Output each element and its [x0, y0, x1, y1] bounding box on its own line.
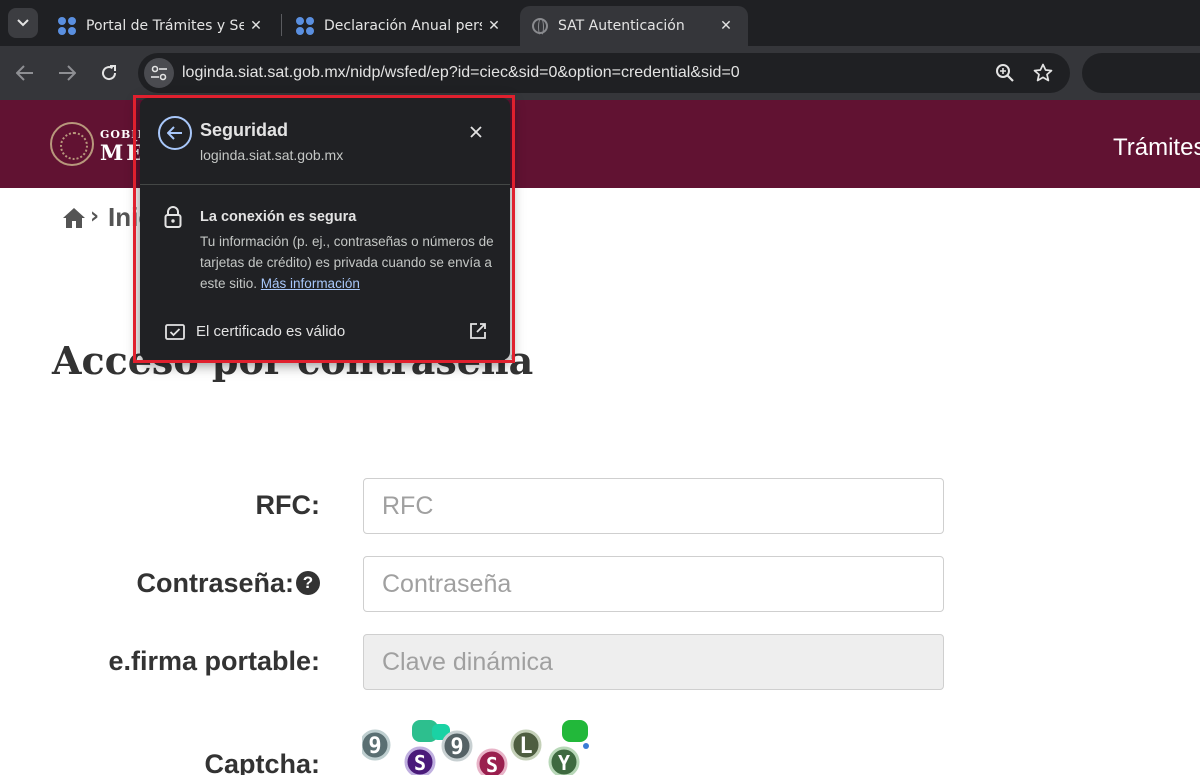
- rfc-input[interactable]: [363, 478, 944, 534]
- tune-icon: [151, 65, 167, 81]
- tab-declaracion-anual[interactable]: Declaración Anual personas ✕: [284, 6, 516, 46]
- captcha-char: 9: [450, 735, 463, 760]
- tab-title: SAT Autenticación: [558, 18, 685, 34]
- captcha-char: Y: [558, 751, 570, 775]
- help-icon[interactable]: ?: [296, 571, 320, 595]
- dynamic-key-input: [363, 634, 944, 690]
- captcha-char: S: [414, 751, 426, 775]
- site-info-button[interactable]: [144, 58, 174, 88]
- tab-strip: Portal de Trámites y Servicios ✕ Declara…: [0, 0, 1200, 46]
- efirma-label: e.firma portable:: [108, 646, 320, 676]
- address-bar[interactable]: loginda.siat.sat.gob.mx/nidp/wsfed/ep?id…: [138, 53, 1070, 93]
- tab-search-button[interactable]: [8, 8, 38, 38]
- forward-button[interactable]: [52, 58, 82, 88]
- tab-title: Declaración Anual personas: [324, 18, 482, 34]
- tab-sat-autenticacion[interactable]: SAT Autenticación ✕: [520, 6, 748, 46]
- tab-portal-tramites[interactable]: Portal de Trámites y Servicios ✕: [46, 6, 278, 46]
- captcha-label: Captcha:: [204, 749, 320, 775]
- profile-button[interactable]: [1082, 53, 1200, 93]
- nav-tramites-link[interactable]: Trámites: [1113, 134, 1200, 162]
- tab-title: Portal de Trámites y Servicios: [86, 18, 244, 34]
- home-icon[interactable]: [62, 207, 86, 229]
- sat-dots-icon: [296, 17, 314, 35]
- password-input[interactable]: [363, 556, 944, 612]
- arrow-left-icon: [16, 65, 33, 81]
- captcha-char: L: [519, 734, 532, 759]
- tab-separator: [281, 14, 282, 36]
- government-seal-logo: [50, 122, 94, 166]
- bookmark-star-icon[interactable]: [1032, 62, 1054, 84]
- browser-toolbar: loginda.siat.sat.gob.mx/nidp/wsfed/ep?id…: [0, 46, 1200, 100]
- globe-icon: [532, 18, 548, 36]
- arrow-right-icon: [59, 65, 76, 81]
- close-icon[interactable]: ✕: [484, 16, 504, 36]
- captcha-image: 9 S 9 S L Y: [362, 720, 589, 775]
- breadcrumb-chevron: ›: [90, 204, 100, 229]
- captcha-char: S: [486, 753, 498, 775]
- sat-dots-icon: [58, 17, 76, 35]
- url-text[interactable]: loginda.siat.sat.gob.mx/nidp/wsfed/ep?id…: [182, 64, 740, 82]
- reload-button[interactable]: [94, 58, 124, 88]
- chevron-down-icon: [17, 19, 29, 27]
- red-highlight-box: [133, 95, 515, 363]
- reload-icon: [102, 65, 117, 81]
- back-button[interactable]: [10, 58, 40, 88]
- captcha-char: 9: [368, 734, 381, 759]
- zoom-icon[interactable]: [994, 62, 1016, 84]
- close-icon[interactable]: ✕: [716, 16, 736, 36]
- close-icon[interactable]: ✕: [246, 16, 266, 36]
- password-label: Contraseña:?: [136, 568, 320, 599]
- rfc-label: RFC:: [255, 490, 320, 520]
